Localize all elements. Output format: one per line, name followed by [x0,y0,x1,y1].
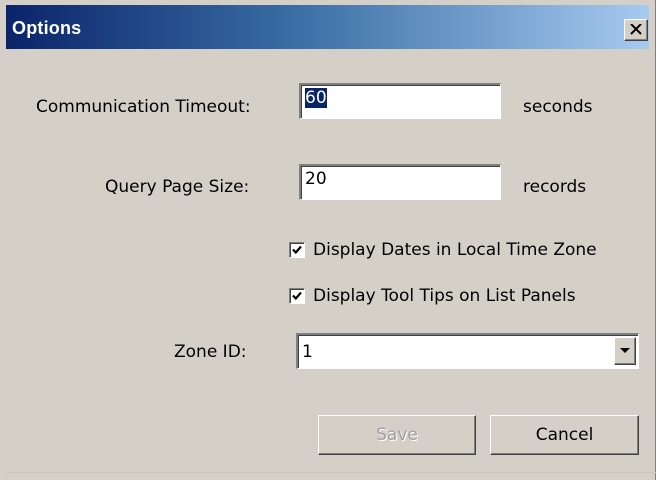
tool-tips-option[interactable]: Display Tool Tips on List Panels [289,286,649,309]
title-bar[interactable]: Options [6,5,649,49]
local-time-zone-checkbox[interactable] [289,242,305,258]
checkmark-icon [292,245,302,255]
close-icon [630,24,642,35]
zone-id-label: Zone ID: [174,342,247,362]
tool-tips-checkbox[interactable] [289,288,305,304]
bottom-edge [6,472,656,473]
cancel-button[interactable]: Cancel [490,415,639,455]
tool-tips-label: Display Tool Tips on List Panels [313,286,576,306]
dialog-title: Options [12,18,82,38]
timeout-unit: seconds [523,97,593,117]
zone-id-value: 1 [302,342,313,362]
page-size-label: Query Page Size: [105,177,250,197]
page-size-input[interactable]: 20 [299,164,501,200]
checkmark-icon [292,291,302,301]
local-time-zone-label: Display Dates in Local Time Zone [313,240,597,260]
timeout-value: 60 [305,88,327,108]
chevron-down-icon [620,348,630,353]
timeout-label: Communication Timeout: [36,97,251,117]
options-dialog: Options Communication Timeout: 60 second… [0,0,656,480]
zone-id-select[interactable]: 1 [296,333,639,369]
save-button[interactable]: Save [318,415,476,455]
local-time-zone-option[interactable]: Display Dates in Local Time Zone [289,240,649,263]
close-button[interactable] [624,19,648,41]
zone-id-dropdown-button[interactable] [614,337,636,365]
page-size-value: 20 [305,169,327,189]
page-size-unit: records [523,177,587,197]
timeout-input[interactable]: 60 [299,83,501,119]
